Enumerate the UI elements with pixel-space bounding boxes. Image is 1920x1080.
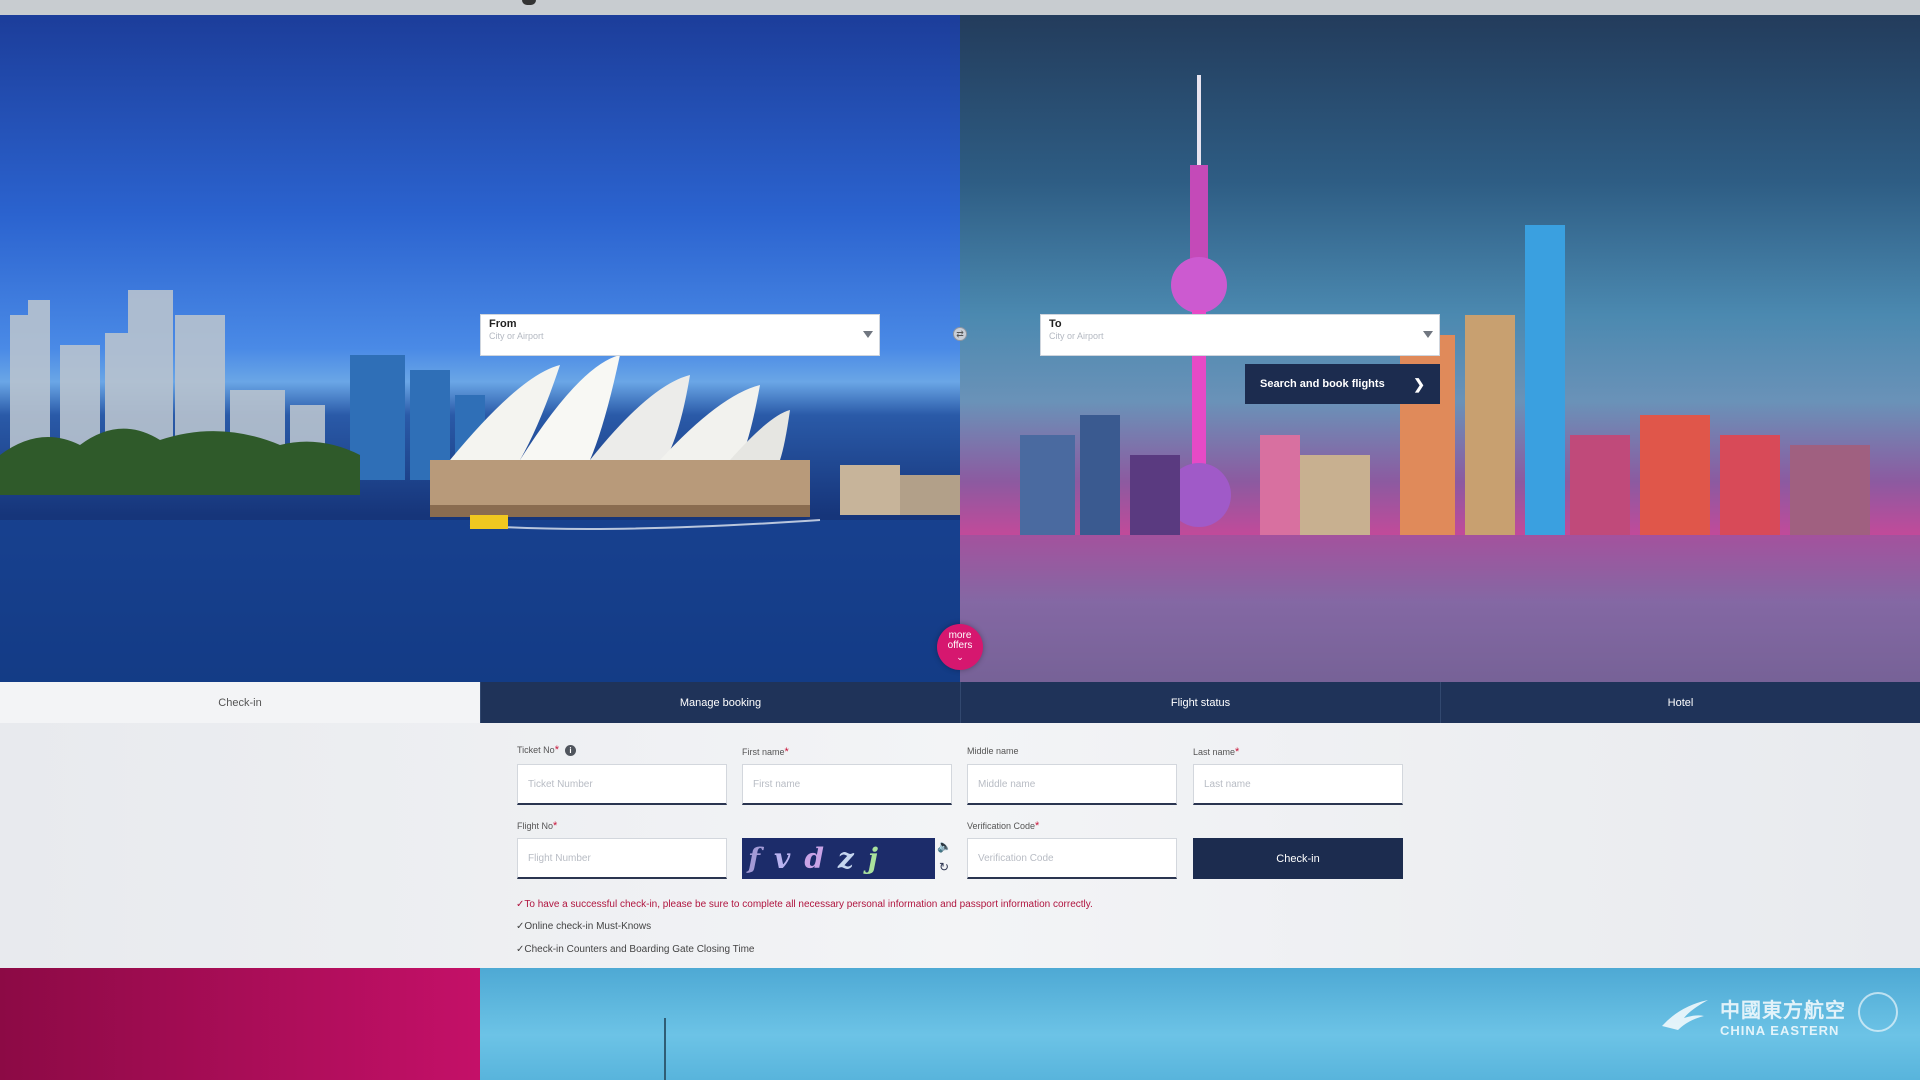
verification-code-label: Verification Code* [967, 820, 1039, 832]
must-knows-link[interactable]: ✓Online check-in Must-Knows [516, 921, 651, 932]
page: From City or Airport ⇄ To City or Airpor… [0, 0, 1920, 1080]
captcha-char: f [748, 842, 761, 875]
china-eastern-logo: 中國東方航空 CHINA EASTERN [1660, 994, 1846, 1038]
info-icon[interactable]: i [564, 745, 576, 756]
flight-number-input[interactable]: Flight Number [517, 838, 727, 879]
required-marker: * [1235, 746, 1240, 758]
first-name-label: First name* [742, 746, 789, 758]
chevron-down-icon: ⌄ [956, 652, 964, 662]
from-field[interactable]: From City or Airport [480, 314, 880, 356]
top-bar [0, 0, 1920, 15]
ticket-no-label: Ticket No* i [517, 744, 576, 756]
first-name-input[interactable]: First name [742, 764, 952, 805]
first-name-label-text: First name [742, 747, 785, 757]
checkin-form [0, 723, 1920, 968]
flight-no-label-text: Flight No [517, 821, 554, 831]
speaker-icon[interactable]: 🔈 [937, 839, 952, 853]
required-marker: * [784, 746, 789, 758]
from-placeholder: City or Airport [489, 331, 544, 341]
swap-icon[interactable]: ⇄ [953, 327, 967, 341]
captcha-char: z [837, 842, 854, 875]
captcha-image: f v d z j [742, 838, 935, 879]
to-field[interactable]: To City or Airport [1040, 314, 1440, 356]
last-name-label: Last name* [1193, 746, 1239, 758]
captcha-char: v [774, 842, 791, 875]
captcha-char: j [867, 842, 878, 875]
verification-code-input[interactable]: Verification Code [967, 838, 1177, 879]
middle-name-label: Middle name [967, 746, 1019, 756]
tower-silhouette [664, 1018, 666, 1080]
ticket-number-input[interactable]: Ticket Number [517, 764, 727, 805]
checkin-warning-note: ✓To have a successful check-in, please b… [516, 899, 1093, 910]
bottom-promo [0, 968, 1920, 1080]
search-flights-label: Search and book flights [1260, 378, 1385, 390]
to-placeholder: City or Airport [1049, 331, 1104, 341]
tab-manage-booking[interactable]: Manage booking [480, 682, 960, 723]
swallow-logo-icon [1662, 1000, 1708, 1030]
refresh-icon[interactable]: ↻ [937, 860, 951, 874]
required-marker: * [554, 744, 559, 756]
seal-icon [1858, 992, 1898, 1032]
more-offers-label: more offers [947, 630, 973, 651]
hero-banner: From City or Airport ⇄ To City or Airpor… [0, 15, 1920, 682]
captcha-char: d [804, 842, 824, 875]
to-label: To [1049, 318, 1062, 330]
last-name-input[interactable]: Last name [1193, 764, 1403, 805]
flight-no-label: Flight No* [517, 820, 557, 832]
ticket-no-label-text: Ticket No [517, 745, 555, 755]
from-label: From [489, 318, 517, 330]
tab-flight-status[interactable]: Flight status [960, 682, 1440, 723]
check-in-button[interactable]: Check-in [1193, 838, 1403, 879]
middle-name-input[interactable]: Middle name [967, 764, 1177, 805]
chevron-right-icon: ❯ [1413, 375, 1425, 392]
required-marker: * [1035, 820, 1040, 832]
chevron-down-icon[interactable] [1423, 331, 1433, 338]
brand-name-en: CHINA EASTERN [1720, 1023, 1840, 1038]
chevron-down-icon[interactable] [863, 331, 873, 338]
brand-name-cn: 中國東方航空 [1720, 1000, 1846, 1022]
verification-code-label-text: Verification Code [967, 821, 1036, 831]
closing-time-link[interactable]: ✓Check-in Counters and Boarding Gate Clo… [516, 944, 755, 955]
promo-pink-panel[interactable] [0, 968, 480, 1080]
required-marker: * [553, 820, 558, 832]
tab-check-in[interactable]: Check-in [0, 682, 480, 723]
search-flights-button[interactable]: Search and book flights ❯ [1245, 364, 1440, 404]
more-offers-button[interactable]: more offers ⌄ [937, 624, 983, 670]
last-name-label-text: Last name [1193, 747, 1236, 757]
tab-hotel[interactable]: Hotel [1440, 682, 1920, 723]
service-tabs: Check-in Manage booking Flight status Ho… [0, 682, 1920, 723]
user-icon[interactable] [522, 0, 536, 5]
brand-text: 中國東方航空 CHINA EASTERN [1720, 994, 1846, 1038]
